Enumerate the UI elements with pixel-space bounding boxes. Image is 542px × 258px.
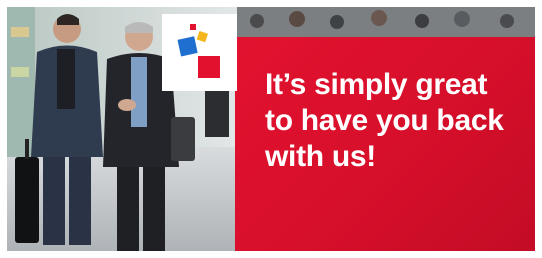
logo-big-red-square-icon — [198, 56, 220, 78]
headline-line-1: It’s simply great — [265, 68, 488, 101]
logo-small-red-square-icon — [190, 24, 196, 30]
red-message-panel: It’s simply great to have you back with … — [235, 37, 535, 251]
promo-banner: It’s simply great to have you back with … — [7, 7, 535, 251]
logo-yellow-square-icon — [196, 30, 208, 43]
headline-line-2: to have you back — [265, 104, 504, 137]
trade-fair-logo-icon — [177, 24, 220, 78]
logo-tile — [162, 14, 237, 91]
headline-line-3: with us! — [265, 140, 376, 173]
logo-blue-square-icon — [177, 36, 198, 57]
headline: It’s simply great to have you back with … — [265, 67, 527, 175]
